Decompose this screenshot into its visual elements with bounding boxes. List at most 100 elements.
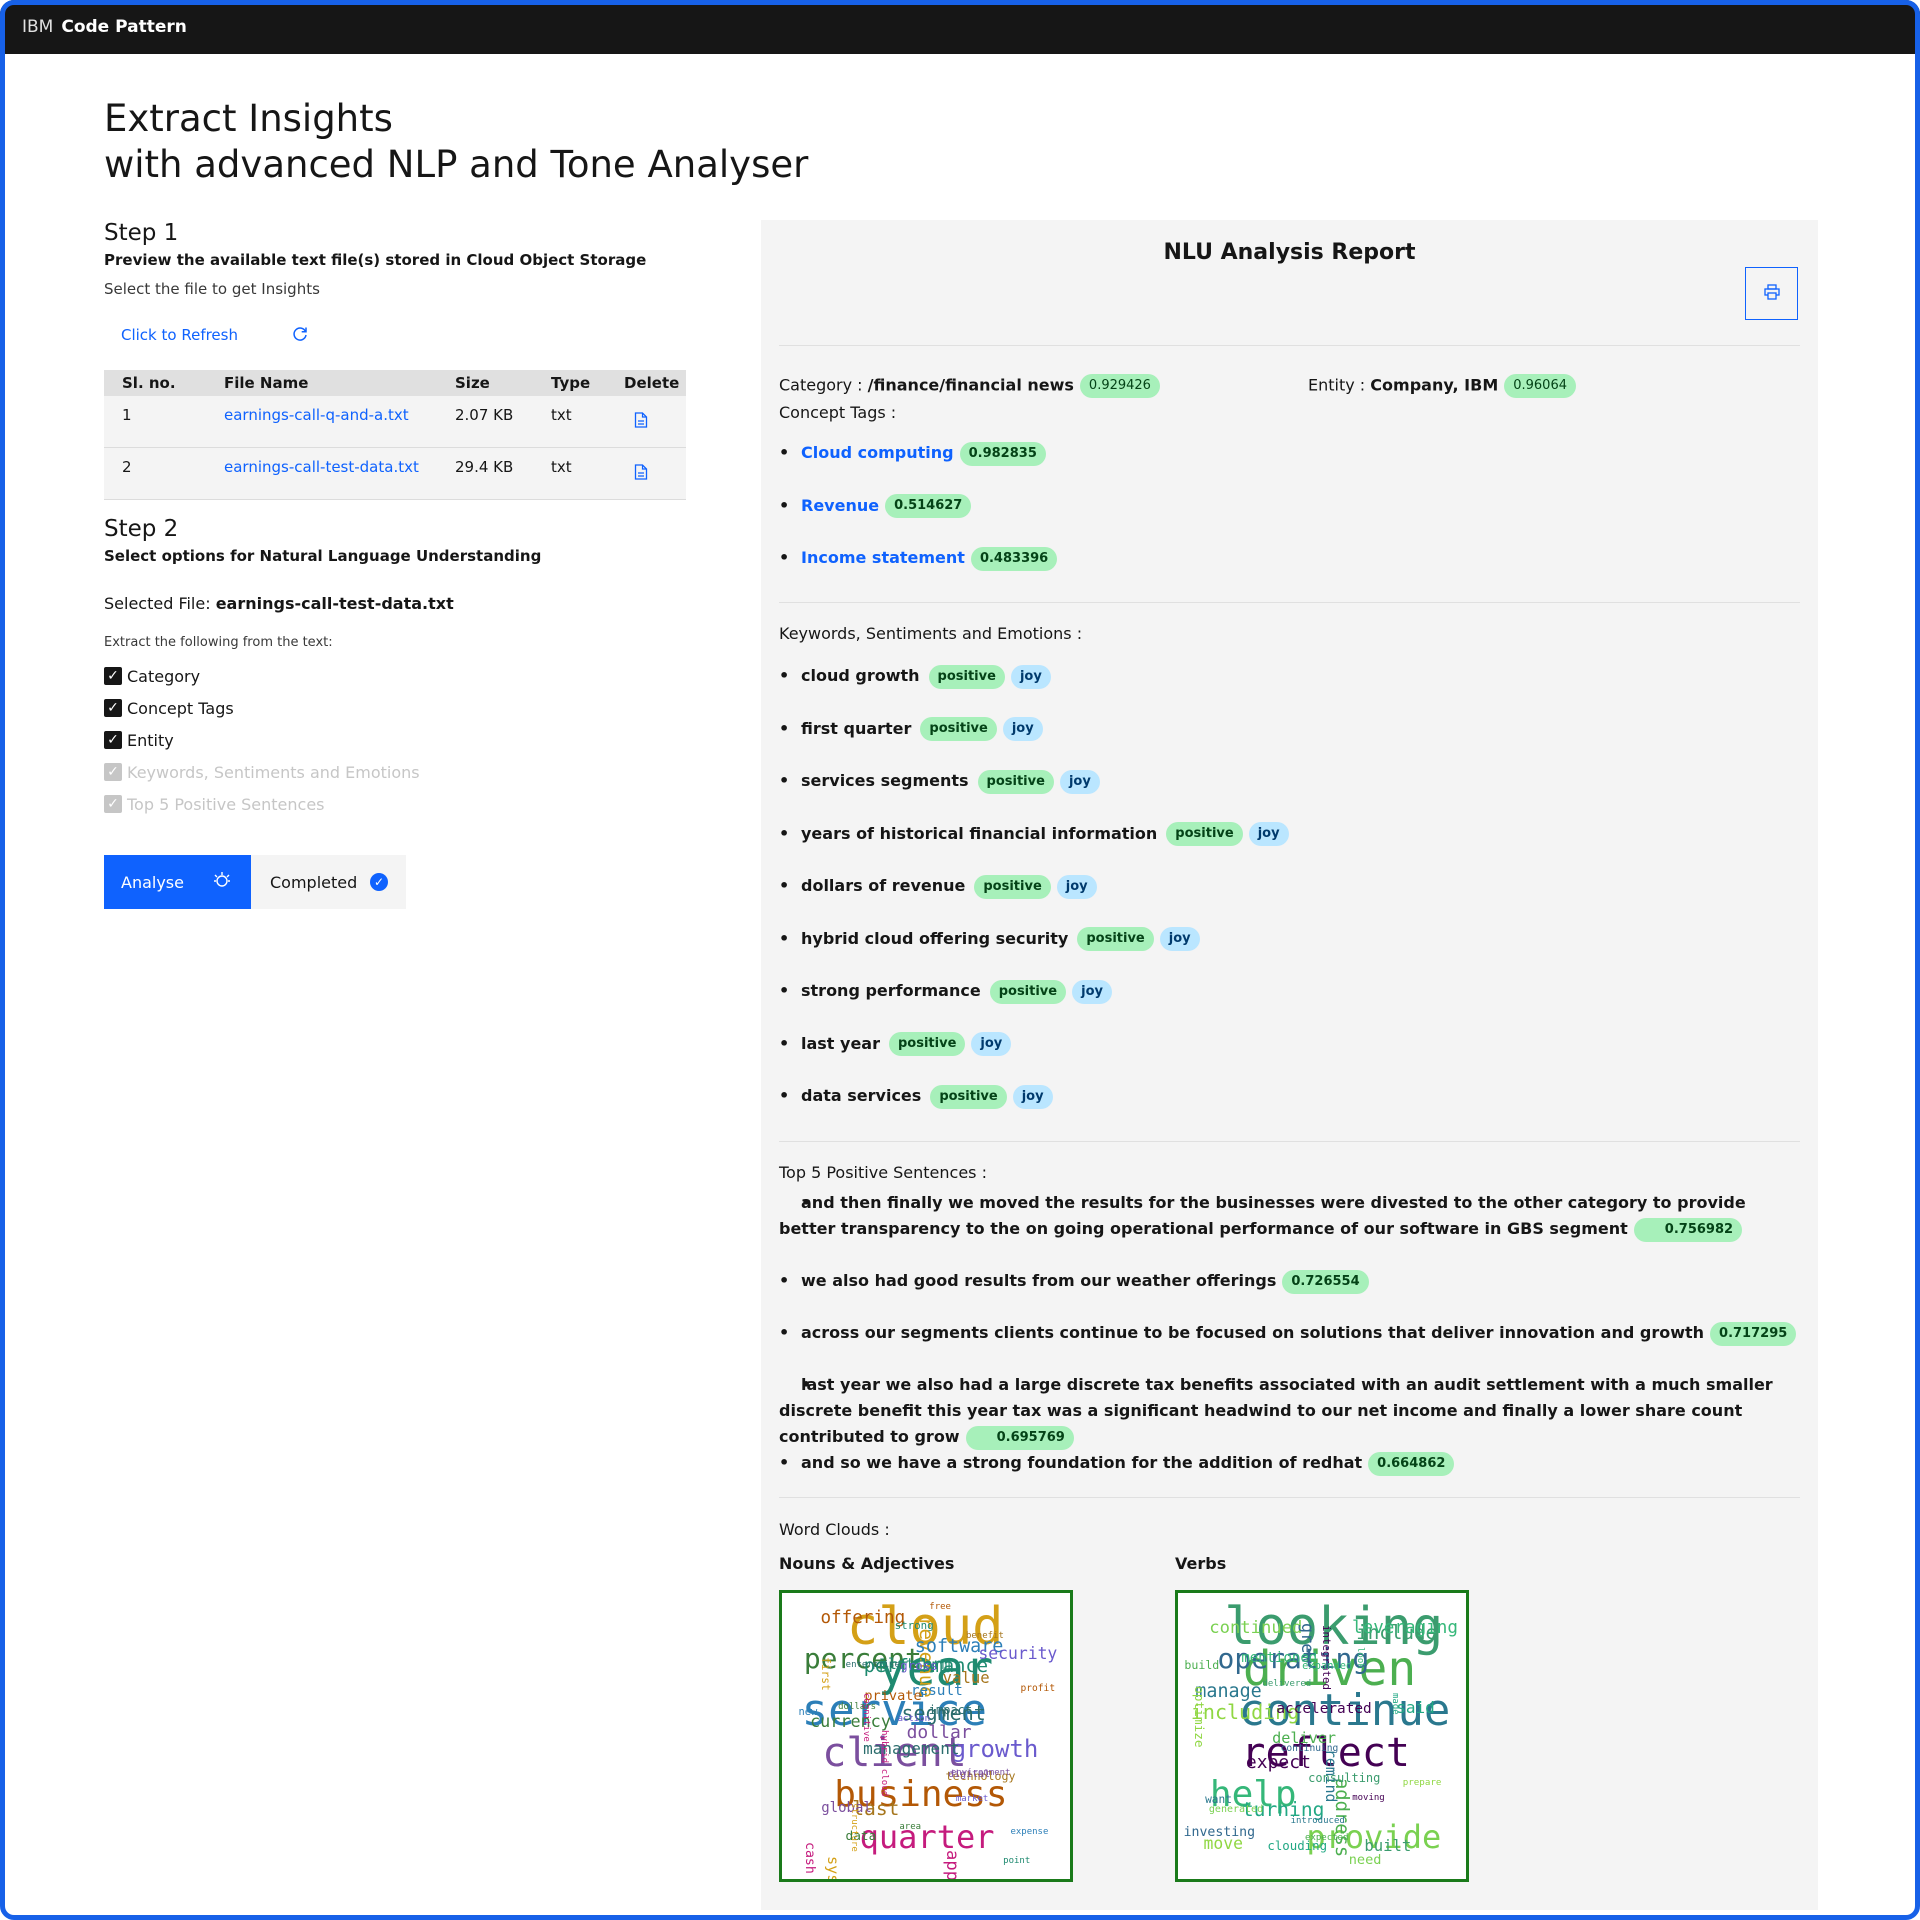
refresh-link[interactable]: Click to Refresh: [121, 326, 238, 344]
nouns-label: Nouns & Adjectives: [779, 1554, 955, 1573]
checkbox-checked-icon[interactable]: ✓: [104, 731, 122, 749]
concept-link[interactable]: Income statement: [801, 548, 965, 567]
nouns-wordcloud-image: cloud year service client business quarter per…: [779, 1590, 1073, 1882]
wordcloud-word: delivered: [1262, 1679, 1312, 1690]
entity-value: Company, IBM: [1370, 375, 1499, 395]
sentence-text: and then finally we moved the results fo…: [779, 1193, 1746, 1238]
category-label: Category :: [779, 375, 868, 395]
wordcloud-word: continued: [1209, 1618, 1303, 1639]
list-item: years of historical financial informatio…: [779, 820, 1800, 873]
col-filename: File Name: [206, 370, 437, 396]
wordcloud-word: action: [897, 1714, 931, 1725]
option-concept-tags[interactable]: ✓ Concept Tags: [104, 692, 420, 724]
concept-link[interactable]: Cloud computing: [801, 443, 954, 462]
emotion-badge: joy: [1059, 769, 1100, 794]
step2-heading: Step 2: [104, 516, 179, 542]
selected-file-name: earnings-call-test-data.txt: [215, 594, 454, 613]
wordcloud-word: quarter: [859, 1818, 995, 1856]
option-entity[interactable]: ✓ Entity: [104, 724, 420, 756]
completed-label: Completed: [270, 872, 358, 892]
refresh-icon[interactable]: [291, 325, 309, 348]
row-size: 29.4 KB: [437, 447, 533, 500]
wordcloud-word: enterprise: [845, 1659, 900, 1670]
wordcloud-word: area: [899, 1821, 922, 1832]
wordcloud-word: continuing: [1280, 1742, 1339, 1754]
list-item: dollars of revenue positivejoy: [779, 872, 1800, 925]
keywords-label: Keywords, Sentiments and Emotions :: [779, 624, 1083, 643]
delete-file-icon[interactable]: [634, 412, 648, 428]
sentence-text: and so we have a strong foundation for t…: [801, 1453, 1363, 1472]
wordcloud-word: leveraging: [1352, 1617, 1458, 1638]
keyword-text: strong performance: [801, 981, 981, 1000]
col-delete: Delete: [606, 370, 686, 396]
row-sl: 1: [104, 396, 206, 448]
step1-hint: Select the file to get Insights: [104, 280, 320, 298]
title-line-1: Extract Insights: [104, 97, 393, 140]
analyse-label: Analyse: [121, 872, 184, 892]
score-badge: 0.726554: [1282, 1269, 1369, 1294]
wordcloud-word: moving: [1352, 1792, 1385, 1803]
list-item: hybrid cloud offering security positivejo…: [779, 925, 1800, 978]
entity-label: Entity :: [1308, 375, 1371, 395]
emotion-badge: joy: [1056, 874, 1097, 899]
list-item: Revenue 0.514627: [779, 491, 1800, 544]
row-sl: 2: [104, 447, 206, 500]
wordcloud-word: offering: [820, 1608, 906, 1629]
entity-line: Entity : Company, IBM 0.96064: [1308, 374, 1576, 398]
wordcloud-word: expect: [1245, 1752, 1311, 1774]
keyword-text: last year: [801, 1033, 880, 1053]
file-link[interactable]: earnings-call-q-and-a.txt: [224, 406, 409, 424]
checkbox-checked-icon[interactable]: ✓: [104, 699, 122, 717]
row-type: txt: [533, 396, 606, 448]
keyword-text: cloud growth: [801, 666, 920, 685]
report-title: NLU Analysis Report: [1163, 240, 1416, 265]
divider: [779, 1141, 1800, 1142]
list-item: Cloud computing 0.982835: [779, 438, 1800, 491]
table-row: 1 earnings-call-q-and-a.txt 2.07 KB txt: [104, 396, 686, 448]
sentiment-badge: positive: [977, 769, 1054, 794]
option-label: Keywords, Sentiments and Emotions: [127, 762, 420, 782]
keyword-text: hybrid cloud offering security: [801, 928, 1069, 948]
top-header: IBM Code Pattern: [0, 0, 1920, 54]
col-type: Type: [533, 370, 606, 396]
checkbox-checked-icon[interactable]: ✓: [104, 667, 122, 685]
print-button[interactable]: [1745, 267, 1798, 320]
score-badge: 0.483396: [970, 546, 1058, 571]
concept-link[interactable]: Revenue: [801, 496, 879, 515]
wordcloud-word: need: [1348, 1852, 1382, 1869]
file-link[interactable]: earnings-call-test-data.txt: [224, 458, 419, 476]
emotion-badge: joy: [1002, 717, 1043, 741]
list-item: cloud growth positivejoy: [779, 662, 1800, 715]
entity-score-badge: 0.96064: [1504, 374, 1576, 398]
option-category[interactable]: ✓ Category: [104, 660, 420, 692]
delete-file-icon[interactable]: [634, 464, 648, 480]
divider: [779, 1497, 1800, 1498]
wordcloud-word: system: [824, 1856, 842, 1879]
wordcloud-word: gross: [900, 1657, 938, 1673]
extract-label: Extract the following from the text:: [104, 635, 333, 650]
table-header-row: Sl. no. File Name Size Type Delete: [104, 370, 686, 396]
sentiment-badge: positive: [930, 1084, 1007, 1109]
wordcloud-word: hybrid cloud: [878, 1730, 890, 1797]
list-item: services segments positivejoy: [779, 767, 1800, 820]
printer-icon: [1763, 283, 1780, 304]
wordcloud-word: new: [798, 1706, 818, 1719]
keyword-text: years of historical financial informatio…: [801, 823, 1158, 843]
concepts-list: Cloud computing0.982835 Revenue0.514627 …: [779, 438, 1800, 596]
score-badge: 0.982835: [959, 441, 1046, 466]
keyword-text: services segments: [801, 771, 969, 790]
sentiment-badge: positive: [1166, 822, 1243, 846]
step1-subheading: Preview the available text file(s) store…: [104, 251, 647, 269]
sentiment-badge: positive: [989, 979, 1067, 1004]
list-item: first quarter positivejoy: [779, 715, 1800, 768]
wordcloud-word: profit: [1020, 1683, 1056, 1695]
wordcloud-word: look: [1355, 1647, 1366, 1670]
keywords-list: cloud growthpositivejoy first quarterpos…: [779, 662, 1800, 1135]
wordcloud-word: management: [863, 1739, 960, 1759]
title-line-2: with advanced NLP and Tone Analyser: [104, 143, 809, 186]
list-item: data services positivejoy: [779, 1082, 1800, 1135]
wordcloud-word: strong: [894, 1619, 934, 1633]
emotion-badge: joy: [971, 1032, 1012, 1056]
analyse-button[interactable]: Analyse: [104, 855, 251, 909]
verbs-wordcloud-image: looking driven continue reflect help provide o…: [1175, 1590, 1469, 1882]
